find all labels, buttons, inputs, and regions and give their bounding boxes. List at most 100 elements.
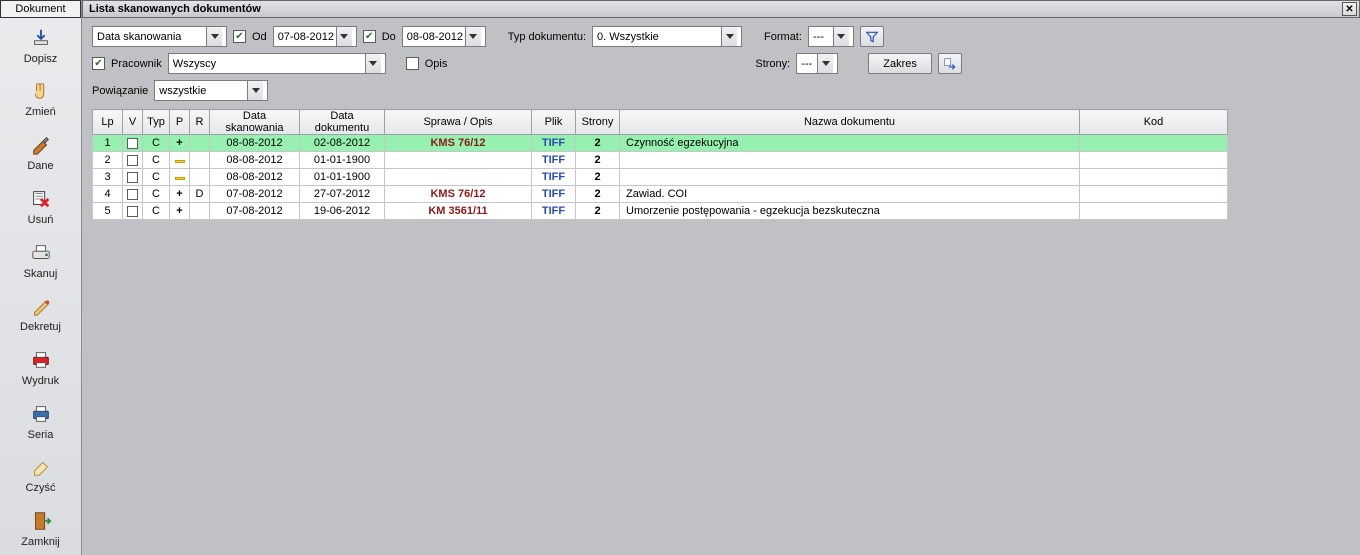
col-kod[interactable]: Kod [1080, 110, 1228, 135]
col-nazwa[interactable]: Nazwa dokumentu [620, 110, 1080, 135]
zakres-button[interactable]: Zakres [868, 53, 932, 74]
chevron-down-icon[interactable] [365, 54, 381, 73]
printer-icon [28, 347, 54, 373]
cell-v[interactable] [123, 135, 143, 152]
cell-plik: TIFF [532, 203, 576, 220]
table-row[interactable]: 3C08-08-201201-01-1900TIFF2 [93, 169, 1228, 186]
data-skanowania-combo[interactable]: Data skanowania [92, 26, 227, 47]
download-icon [28, 25, 54, 51]
col-v[interactable]: V [123, 110, 143, 135]
filter-button[interactable] [860, 26, 884, 47]
od-checkbox[interactable]: ✔ [233, 30, 246, 43]
col-sprawa[interactable]: Sprawa / Opis [385, 110, 532, 135]
cell-r [190, 169, 210, 186]
funnel-icon [865, 30, 879, 44]
page-nav-button[interactable] [938, 53, 962, 74]
chevron-down-icon[interactable] [247, 81, 263, 100]
cell-v[interactable] [123, 169, 143, 186]
cell-datask: 08-08-2012 [210, 169, 300, 186]
sidebar-item-skanuj[interactable]: Skanuj [0, 233, 81, 287]
chevron-down-icon[interactable] [206, 27, 222, 46]
close-button[interactable]: ✕ [1342, 2, 1357, 16]
cell-lp: 3 [93, 169, 123, 186]
opis-label: Opis [425, 58, 448, 70]
format-combo[interactable]: --- [808, 26, 854, 47]
cell-datask: 08-08-2012 [210, 135, 300, 152]
do-date[interactable]: 08-08-2012 [402, 26, 486, 47]
cell-v[interactable] [123, 152, 143, 169]
cell-lp: 1 [93, 135, 123, 152]
cell-kod [1080, 203, 1228, 220]
scanner-icon [28, 240, 54, 266]
col-typ[interactable]: Typ [143, 110, 170, 135]
powiazanie-label: Powiązanie [92, 85, 148, 97]
col-lp[interactable]: Lp [93, 110, 123, 135]
series-printer-icon [28, 401, 54, 427]
cell-p [170, 169, 190, 186]
cell-sprawa: KM 3561/11 [385, 203, 532, 220]
cell-typ: C [143, 186, 170, 203]
cell-r [190, 203, 210, 220]
cell-strony: 2 [576, 203, 620, 220]
chevron-down-icon[interactable] [817, 54, 833, 73]
col-r[interactable]: R [190, 110, 210, 135]
chevron-down-icon[interactable] [465, 27, 481, 46]
typ-combo[interactable]: 0. Wszystkie [592, 26, 742, 47]
cell-nazwa: Zawiad. COI [620, 186, 1080, 203]
cell-kod [1080, 186, 1228, 203]
table-row[interactable]: 4C+D07-08-201227-07-2012KMS 76/12TIFF2Za… [93, 186, 1228, 203]
powiazanie-combo[interactable]: wszystkie [154, 80, 268, 101]
col-datask[interactable]: Data skanowania [210, 110, 300, 135]
od-date[interactable]: 07-08-2012 [273, 26, 357, 47]
door-icon [28, 508, 54, 534]
cell-nazwa [620, 152, 1080, 169]
cell-datask: 07-08-2012 [210, 203, 300, 220]
sidebar-item-usun[interactable]: Usuń [0, 179, 81, 233]
cell-r: D [190, 186, 210, 203]
cell-nazwa: Umorzenie postępowania - egzekucja bezsk… [620, 203, 1080, 220]
sidebar-item-czysc[interactable]: Czyść [0, 448, 81, 502]
sidebar-item-dane[interactable]: Dane [0, 125, 81, 179]
cell-strony: 2 [576, 152, 620, 169]
col-plik[interactable]: Plik [532, 110, 576, 135]
cell-v[interactable] [123, 203, 143, 220]
format-label: Format: [764, 31, 802, 43]
pracownik-combo[interactable]: Wszyscy [168, 53, 386, 74]
table-row[interactable]: 1C+08-08-201202-08-2012KMS 76/12TIFF2Czy… [93, 135, 1228, 152]
strony-label: Strony: [755, 58, 790, 70]
opis-checkbox[interactable] [406, 57, 419, 70]
cell-datask: 08-08-2012 [210, 152, 300, 169]
sidebar-item-wydruk[interactable]: Wydruk [0, 340, 81, 394]
cell-v[interactable] [123, 186, 143, 203]
chevron-down-icon[interactable] [721, 27, 737, 46]
cell-datadok: 01-01-1900 [300, 152, 385, 169]
cell-p: + [170, 186, 190, 203]
chevron-down-icon[interactable] [336, 27, 352, 46]
chevron-down-icon[interactable] [833, 27, 849, 46]
strony-combo[interactable]: --- [796, 53, 838, 74]
cell-plik: TIFF [532, 169, 576, 186]
col-datadok[interactable]: Data dokumentu [300, 110, 385, 135]
do-checkbox[interactable]: ✔ [363, 30, 376, 43]
pracownik-checkbox[interactable]: ✔ [92, 57, 105, 70]
cell-typ: C [143, 135, 170, 152]
table-row[interactable]: 5C+07-08-201219-06-2012KM 3561/11TIFF2Um… [93, 203, 1228, 220]
delete-icon [28, 186, 54, 212]
sidebar-item-zamknij[interactable]: Zamknij [0, 501, 81, 555]
table-row[interactable]: 2C08-08-201201-01-1900TIFF2 [93, 152, 1228, 169]
sidebar-header: Dokument [0, 0, 81, 18]
cell-sprawa: KMS 76/12 [385, 135, 532, 152]
col-p[interactable]: P [170, 110, 190, 135]
sidebar-item-zmien[interactable]: Zmień [0, 72, 81, 126]
pracownik-label: Pracownik [111, 58, 162, 70]
eraser-icon [28, 454, 54, 480]
cell-strony: 2 [576, 135, 620, 152]
cell-kod [1080, 152, 1228, 169]
cell-nazwa: Czynność egzekucyjna [620, 135, 1080, 152]
col-strony[interactable]: Strony [576, 110, 620, 135]
sidebar-item-dopisz[interactable]: Dopisz [0, 18, 81, 72]
sidebar-item-dekretuj[interactable]: Dekretuj [0, 286, 81, 340]
cell-plik: TIFF [532, 135, 576, 152]
sidebar-item-seria[interactable]: Seria [0, 394, 81, 448]
cell-datadok: 27-07-2012 [300, 186, 385, 203]
